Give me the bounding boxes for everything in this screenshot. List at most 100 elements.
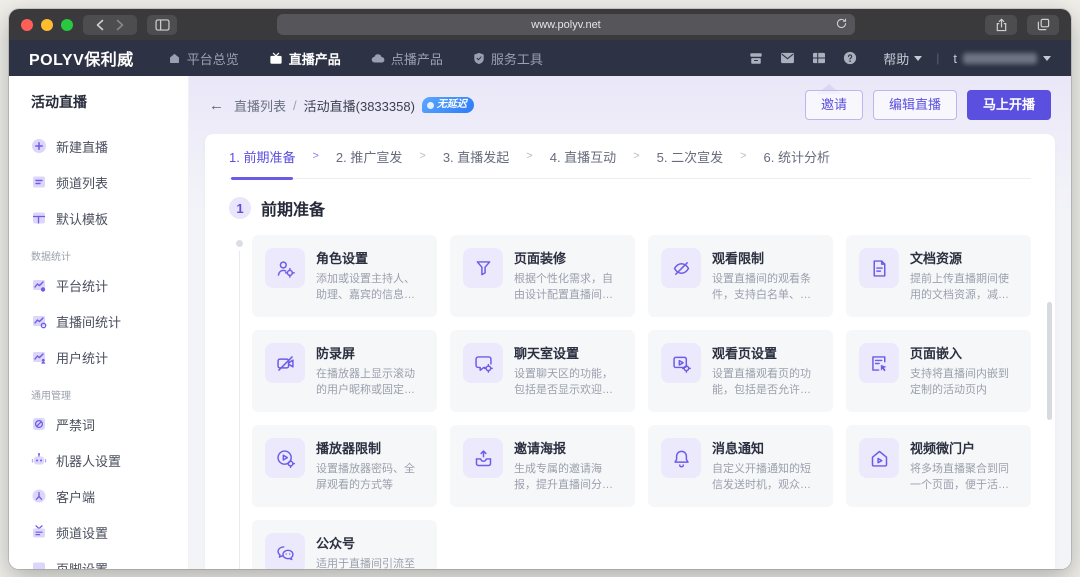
start-live-button[interactable]: 马上开播	[967, 90, 1051, 120]
card-desc: 提前上传直播期间使用的文档资源，减少直播中的失...	[910, 272, 1018, 304]
nav-utility-icons	[749, 51, 857, 65]
home-icon	[168, 52, 181, 65]
player-limit-icon	[265, 438, 305, 478]
tab-label: 3. 直播发起	[443, 147, 509, 166]
card-wechat-official[interactable]: 公众号 适用于直播间引流至公众号或客服，沉淀用户至私域...	[252, 520, 437, 569]
minimize-window-button[interactable]	[41, 19, 53, 31]
tab-promotion[interactable]: 2. 推广宣发	[336, 134, 402, 179]
invite-button[interactable]: 邀请	[805, 90, 863, 120]
user-account-menu[interactable]: t	[953, 51, 1051, 66]
tab-live-launch[interactable]: 3. 直播发起	[443, 134, 509, 179]
card-title: 聊天室设置	[514, 343, 622, 362]
nav-item-service-tools[interactable]: 服务工具	[473, 49, 543, 68]
chevron-right-icon: >	[633, 150, 639, 162]
reload-icon[interactable]	[835, 17, 848, 30]
share-button[interactable]	[985, 15, 1017, 35]
panel-scrollbar[interactable]	[1047, 302, 1052, 420]
address-bar[interactable]: www.polyv.net	[277, 14, 855, 35]
polyv-logo[interactable]: POLYV保利威	[29, 46, 134, 70]
client-app-icon	[31, 488, 47, 504]
feature-card-grid: 角色设置 添加或设置主持人、助理、嘉宾的信息，以及新增助... 页面装修 根据个…	[252, 235, 1031, 569]
card-page-embed[interactable]: 页面嵌入 支持将直播间内嵌到定制的活动页内	[846, 330, 1031, 412]
tab-preparation[interactable]: 1. 前期准备	[229, 134, 295, 179]
card-invite-poster[interactable]: 邀请海报 生成专属的邀请海报，提升直播间分享裂变的效果	[450, 425, 635, 507]
card-chatroom-settings[interactable]: 聊天室设置 设置聊天区的功能，包括是否显示欢迎语、是否支持...	[450, 330, 635, 412]
card-player-limit[interactable]: 播放器限制 设置播放器密码、全屏观看的方式等	[252, 425, 437, 507]
footer-layout-icon	[31, 560, 47, 569]
console-list-icon[interactable]	[812, 52, 826, 64]
card-role-settings[interactable]: 角色设置 添加或设置主持人、助理、嘉宾的信息，以及新增助...	[252, 235, 437, 317]
card-desc: 自定义开播通知的短信发送时机，观众预约直播后，...	[712, 462, 820, 494]
tv-icon	[31, 524, 47, 540]
nav-label: 直播产品	[289, 49, 341, 68]
sidebar-toggle-button[interactable]	[147, 15, 177, 35]
channel-list-icon	[31, 174, 47, 190]
sidebar-item-label: 严禁词	[56, 415, 95, 434]
nav-item-live-products[interactable]: 直播产品	[269, 49, 341, 68]
card-text: 角色设置 添加或设置主持人、助理、嘉宾的信息，以及新增助...	[316, 248, 424, 304]
card-title: 文档资源	[910, 248, 1018, 267]
page-decoration-icon	[463, 248, 503, 288]
sidebar-item-room-stats[interactable]: 直播间统计	[31, 303, 188, 339]
card-watch-limit[interactable]: 观看限制 设置直播间的观看条件，支持白名单、报名观看、验...	[648, 235, 833, 317]
tab-second-promotion[interactable]: 5. 二次宣发	[657, 134, 723, 179]
card-text: 观看页设置 设置直播观看页的功能，包括是否允许移动端观看等	[712, 343, 820, 399]
tab-label: 4. 直播互动	[550, 147, 616, 166]
workflow-panel: 1. 前期准备 > 2. 推广宣发 > 3. 直播发起 > 4. 直播互动 > …	[205, 134, 1055, 569]
card-document-resource[interactable]: 文档资源 提前上传直播期间使用的文档资源，减少直播中的失...	[846, 235, 1031, 317]
badge-icon	[427, 102, 434, 109]
back-arrow-icon[interactable]: ←	[209, 97, 224, 114]
sidebar-item-platform-stats[interactable]: 平台统计	[31, 267, 188, 303]
username-prefix: t	[953, 51, 957, 66]
forbidden-icon	[31, 416, 47, 432]
help-menu[interactable]: 帮助	[883, 49, 922, 68]
tab-live-interaction[interactable]: 4. 直播互动	[550, 134, 616, 179]
sidebar-item-label: 客户端	[56, 487, 95, 506]
sidebar-item-label: 直播间统计	[56, 312, 121, 331]
card-text: 页面装修 根据个性化需求，自由设计配置直播间元素。支持自...	[514, 248, 622, 304]
section-title: 前期准备	[261, 196, 325, 220]
card-video-portal[interactable]: 视频微门户 将多场直播聚合到同一个页面，便于活动前期的宣发...	[846, 425, 1031, 507]
role-settings-icon	[265, 248, 305, 288]
sidebar: 活动直播 新建直播 频道列表 默认模板 数据统计 平台统计 直播间统计	[9, 76, 189, 569]
card-anti-screen-record[interactable]: 防录屏 在播放器上显示滚动的用户昵称或固定文字，达到防...	[252, 330, 437, 412]
breadcrumb-parent[interactable]: 直播列表	[234, 96, 286, 115]
tab-statistics[interactable]: 6. 统计分析	[764, 134, 830, 179]
main-area: 活动直播 新建直播 频道列表 默认模板 数据统计 平台统计 直播间统计	[9, 76, 1071, 569]
tab-label: 2. 推广宣发	[336, 147, 402, 166]
forward-icon[interactable]	[115, 19, 125, 31]
card-title: 播放器限制	[316, 438, 424, 457]
sidebar-item-client-app[interactable]: 客户端	[31, 478, 188, 514]
card-page-decoration[interactable]: 页面装修 根据个性化需求，自由设计配置直播间元素。支持自...	[450, 235, 635, 317]
card-text: 聊天室设置 设置聊天区的功能，包括是否显示欢迎语、是否支持...	[514, 343, 622, 399]
sidebar-item-default-template[interactable]: 默认模板	[31, 200, 188, 236]
sidebar-item-robot-settings[interactable]: 机器人设置	[31, 442, 188, 478]
sidebar-item-label: 平台统计	[56, 276, 108, 295]
workflow-tabs: 1. 前期准备 > 2. 推广宣发 > 3. 直播发起 > 4. 直播互动 > …	[229, 134, 1031, 179]
breadcrumb-current: 活动直播(3833358)	[304, 96, 415, 115]
mail-icon[interactable]	[780, 52, 795, 64]
share-icon	[995, 18, 1008, 32]
card-message-notify[interactable]: 消息通知 自定义开播通知的短信发送时机，观众预约直播后，...	[648, 425, 833, 507]
sidebar-item-channel-settings[interactable]: 频道设置	[31, 514, 188, 550]
question-circle-icon[interactable]	[843, 51, 857, 65]
sidebar-item-label: 用户统计	[56, 348, 108, 367]
sidebar-item-user-stats[interactable]: 用户统计	[31, 339, 188, 375]
close-window-button[interactable]	[21, 19, 33, 31]
sidebar-item-banned-words[interactable]: 严禁词	[31, 406, 188, 442]
card-title: 邀请海报	[514, 438, 622, 457]
card-watch-page-settings[interactable]: 观看页设置 设置直播观看页的功能，包括是否允许移动端观看等	[648, 330, 833, 412]
sidebar-item-new-live[interactable]: 新建直播	[31, 128, 188, 164]
tab-overview-button[interactable]	[1027, 15, 1059, 35]
zoom-window-button[interactable]	[61, 19, 73, 31]
sidebar-item-footer-settings[interactable]: 页脚设置	[31, 550, 188, 569]
content-area: ← 直播列表 / 活动直播(3833358) 无延迟 邀请 编辑直播 马上开播 …	[189, 76, 1071, 569]
archive-box-icon[interactable]	[749, 52, 763, 65]
card-text: 页面嵌入 支持将直播间内嵌到定制的活动页内	[910, 343, 1018, 399]
card-text: 防录屏 在播放器上显示滚动的用户昵称或固定文字，达到防...	[316, 343, 424, 399]
edit-live-button[interactable]: 编辑直播	[873, 90, 957, 120]
nav-item-vod-products[interactable]: 点播产品	[371, 49, 443, 68]
back-icon[interactable]	[95, 19, 105, 31]
nav-item-platform-overview[interactable]: 平台总览	[168, 49, 239, 68]
sidebar-item-channel-list[interactable]: 频道列表	[31, 164, 188, 200]
